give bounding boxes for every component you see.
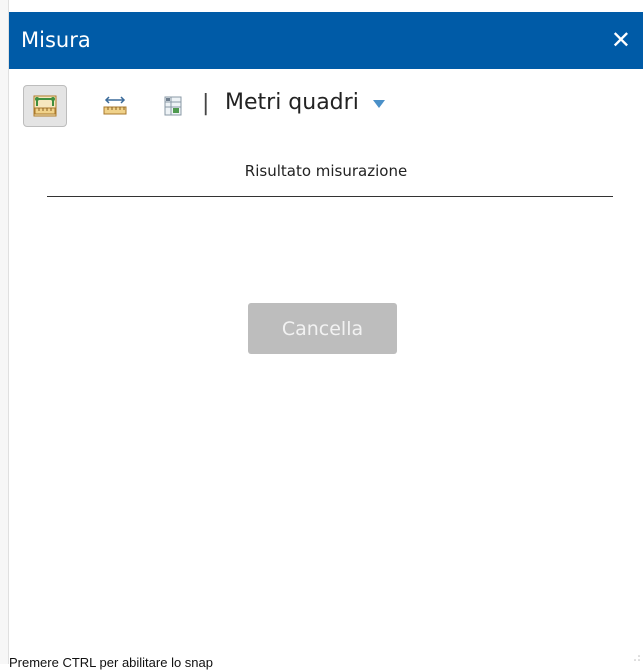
location-tool-button[interactable]	[151, 85, 195, 127]
result-divider	[47, 196, 613, 197]
clear-button[interactable]: Cancella	[248, 303, 397, 354]
caret-down-icon[interactable]	[373, 100, 385, 108]
close-icon[interactable]: ✕	[611, 26, 631, 54]
snap-hint: Premere CTRL per abilitare lo snap	[9, 655, 213, 670]
area-tool-button[interactable]	[23, 85, 67, 127]
resize-grip-icon[interactable]	[633, 654, 641, 662]
location-measure-icon	[164, 96, 182, 116]
window-edge	[0, 0, 9, 664]
measure-toolbar: | Metri quadri	[9, 85, 643, 135]
distance-measure-icon	[103, 96, 127, 115]
area-measure-icon	[33, 95, 57, 117]
result-label: Risultato misurazione	[244, 162, 408, 180]
measure-panel: Misura ✕ | Metri quadri Risultato misura…	[9, 12, 643, 670]
unit-selector[interactable]: Metri quadri	[225, 90, 359, 115]
panel-title: Misura	[21, 28, 91, 52]
panel-header: Misura ✕	[9, 12, 643, 69]
toolbar-separator: |	[202, 91, 210, 116]
distance-tool-button[interactable]	[93, 85, 137, 127]
